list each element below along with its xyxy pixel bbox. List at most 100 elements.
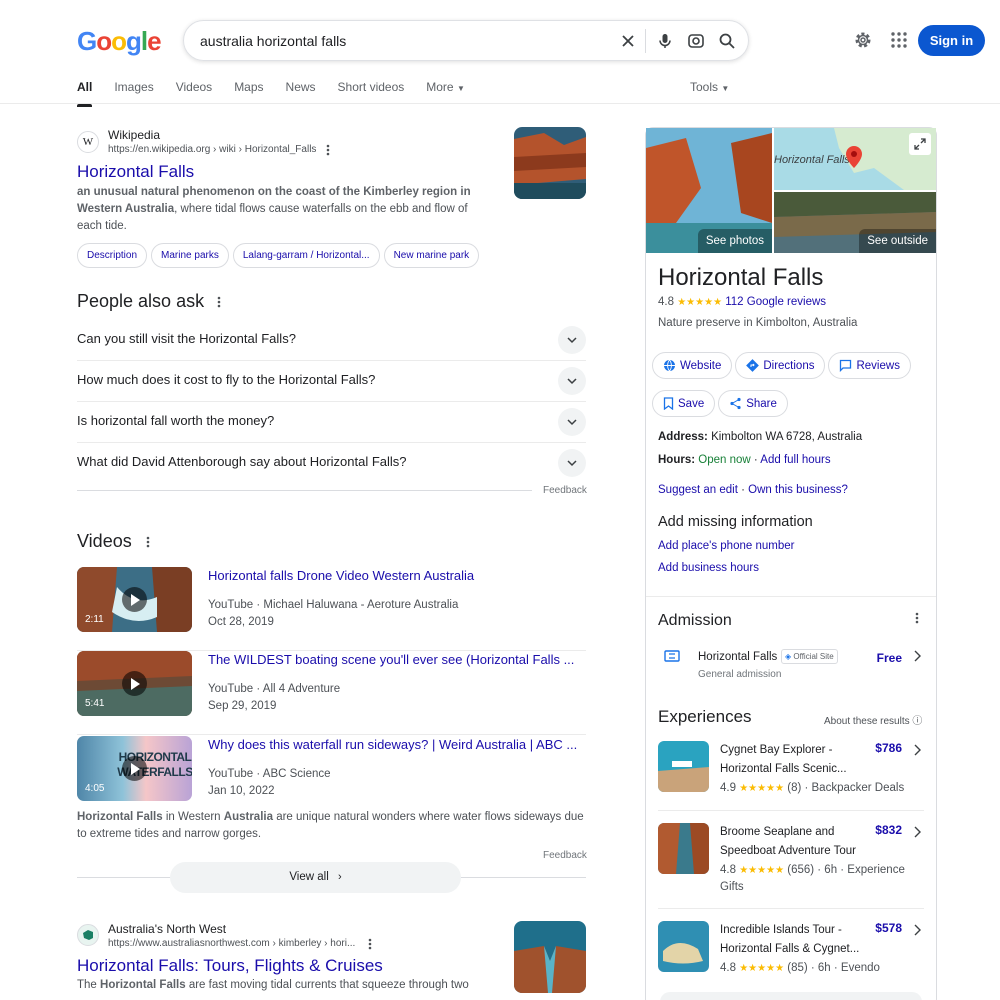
chevron-down-icon[interactable] <box>558 326 586 354</box>
search-box[interactable]: australia horizontal falls <box>183 20 749 61</box>
result-url[interactable]: https://www.australiasnorthwest.com › ki… <box>108 938 355 949</box>
more-options-icon[interactable] <box>322 143 334 162</box>
kp-photo-main[interactable]: See photos <box>646 128 772 253</box>
suggest-edit-link[interactable]: Suggest an edit <box>658 484 738 496</box>
hours-status: Open now <box>698 454 751 466</box>
reviews-button[interactable]: Reviews <box>828 352 911 379</box>
share-button[interactable]: Share <box>718 390 788 417</box>
result-title-link[interactable]: Horizontal Falls <box>77 162 194 182</box>
settings-gear-icon[interactable] <box>853 30 873 50</box>
lens-icon[interactable] <box>686 31 706 51</box>
video-thumbnail[interactable]: HORIZONTAL WATERFALLS 4:05 <box>77 736 192 801</box>
paa-question[interactable]: Is horizontal fall worth the money? <box>77 402 586 443</box>
chevron-down-icon[interactable] <box>558 449 586 477</box>
play-icon[interactable] <box>122 587 147 612</box>
search-input[interactable]: australia horizontal falls <box>200 33 346 49</box>
hours-label: Hours: <box>658 454 696 466</box>
experience-thumbnail[interactable] <box>658 823 709 874</box>
ticket-icon <box>664 649 680 668</box>
more-options-icon[interactable] <box>213 295 225 314</box>
video-meta: YouTube · All 4 Adventure Sep 29, 2019 <box>208 681 340 715</box>
website-button[interactable]: Website <box>652 352 733 379</box>
more-options-icon[interactable] <box>364 937 376 956</box>
divider <box>646 596 936 597</box>
add-phone-link[interactable]: Add place's phone number <box>658 540 794 552</box>
play-icon[interactable] <box>122 671 147 696</box>
search-icon[interactable] <box>717 31 737 51</box>
microphone-icon[interactable] <box>655 31 675 51</box>
video-thumbnail[interactable]: 2:11 <box>77 567 192 632</box>
chip-new-marine-park[interactable]: New marine park <box>383 243 480 268</box>
video-title-link[interactable]: Horizontal falls Drone Video Western Aus… <box>208 568 474 583</box>
kp-map[interactable]: Horizontal Falls <box>774 128 936 190</box>
view-all-label: View all <box>289 871 329 883</box>
video-item[interactable]: 5:41 The WILDEST boating scene you'll ev… <box>77 651 586 735</box>
snippet-bold: Horizontal Falls <box>100 979 186 991</box>
view-all-button[interactable]: View all › <box>170 862 461 893</box>
sign-in-button[interactable]: Sign in <box>918 25 985 56</box>
videos-heading: Videos <box>77 531 132 551</box>
directions-button[interactable]: Directions <box>735 352 826 379</box>
more-options-icon[interactable] <box>142 535 154 554</box>
result-thumbnail[interactable] <box>514 127 586 199</box>
experience-item[interactable]: Cygnet Bay Explorer - Horizontal Falls S… <box>658 741 924 811</box>
add-hours-link[interactable]: Add business hours <box>658 562 759 574</box>
admission-row[interactable]: Horizontal Falls ◈ Official Site General… <box>658 643 924 685</box>
google-reviews-link[interactable]: 112 Google reviews <box>725 296 826 308</box>
feedback-link[interactable]: Feedback <box>543 485 587 496</box>
experience-title[interactable]: Broome Seaplane and Speedboat Adventure … <box>720 823 860 861</box>
own-business-link[interactable]: Own this business? <box>748 484 848 496</box>
video-title-link[interactable]: The WILDEST boating scene you'll ever se… <box>208 652 574 667</box>
result-thumbnail[interactable] <box>514 921 586 993</box>
feedback-link[interactable]: Feedback <box>543 850 587 861</box>
kp-photo-outside[interactable]: See outside <box>774 192 936 253</box>
directions-icon <box>746 359 760 372</box>
tools-button[interactable]: Tools ▼ <box>690 80 729 94</box>
paa-question[interactable]: How much does it cost to fly to the Hori… <box>77 361 586 402</box>
see-photos-label[interactable]: See photos <box>697 229 772 253</box>
expand-map-icon[interactable] <box>909 133 931 155</box>
video-title-link[interactable]: Why does this waterfall run sideways? | … <box>208 737 577 752</box>
snippet-text: The <box>77 979 101 991</box>
experience-item[interactable]: Broome Seaplane and Speedboat Adventure … <box>658 823 924 909</box>
experience-rating: 4.8 <box>720 962 736 974</box>
about-results[interactable]: About these results ⓘ <box>824 712 922 727</box>
experience-thumbnail[interactable] <box>658 921 709 972</box>
video-item[interactable]: HORIZONTAL WATERFALLS 4:05 Why does this… <box>77 736 586 820</box>
chip-marine-parks[interactable]: Marine parks <box>151 243 229 268</box>
chevron-down-icon[interactable] <box>558 408 586 436</box>
chevron-right-icon <box>913 743 921 761</box>
chip-description[interactable]: Description <box>77 243 148 268</box>
experience-title[interactable]: Cygnet Bay Explorer - Horizontal Falls S… <box>720 741 860 779</box>
video-thumbnail[interactable]: 5:41 <box>77 651 192 716</box>
wikipedia-favicon: W <box>77 131 99 153</box>
video-item[interactable]: 2:11 Horizontal falls Drone Video Wester… <box>77 567 586 651</box>
experience-thumbnail[interactable] <box>658 741 709 792</box>
experience-title[interactable]: Incredible Islands Tour - Horizontal Fal… <box>720 921 860 959</box>
chevron-down-icon[interactable] <box>558 367 586 395</box>
google-logo[interactable]: Google <box>77 26 162 57</box>
see-outside-label[interactable]: See outside <box>859 229 936 253</box>
experience-item[interactable]: Incredible Islands Tour - Horizontal Fal… <box>658 921 924 987</box>
apps-grid-icon[interactable] <box>891 32 907 48</box>
chip-lalang-garram[interactable]: Lalang-garram / Horizontal... <box>232 243 380 268</box>
experience-price: $578 <box>875 921 902 935</box>
paa-question-text: Can you still visit the Horizontal Falls… <box>77 331 296 346</box>
save-button[interactable]: Save <box>652 390 716 417</box>
rating-value: 4.8 <box>658 296 674 308</box>
more-experiences-button[interactable] <box>660 992 922 1000</box>
globe-icon <box>664 359 675 372</box>
caret-down-icon: ▼ <box>721 84 730 93</box>
add-full-hours-link[interactable]: Add full hours <box>760 454 830 466</box>
video-date: Oct 28, 2019 <box>208 616 274 628</box>
paa-question[interactable]: Can you still visit the Horizontal Falls… <box>77 320 586 361</box>
kp-address: Address: Kimbolton WA 6728, Australia <box>658 431 862 443</box>
site-favicon <box>77 924 99 946</box>
play-icon[interactable] <box>122 756 147 781</box>
clear-icon[interactable] <box>618 31 638 51</box>
result-title-link[interactable]: Horizontal Falls: Tours, Flights & Cruis… <box>77 956 383 976</box>
kp-rating-row: 4.8 ★★★★★ 112 Google reviews <box>658 296 826 308</box>
paa-question[interactable]: What did David Attenborough say about Ho… <box>77 443 586 490</box>
more-options-icon[interactable] <box>911 611 923 630</box>
result-url[interactable]: https://en.wikipedia.org › wiki › Horizo… <box>108 144 316 155</box>
